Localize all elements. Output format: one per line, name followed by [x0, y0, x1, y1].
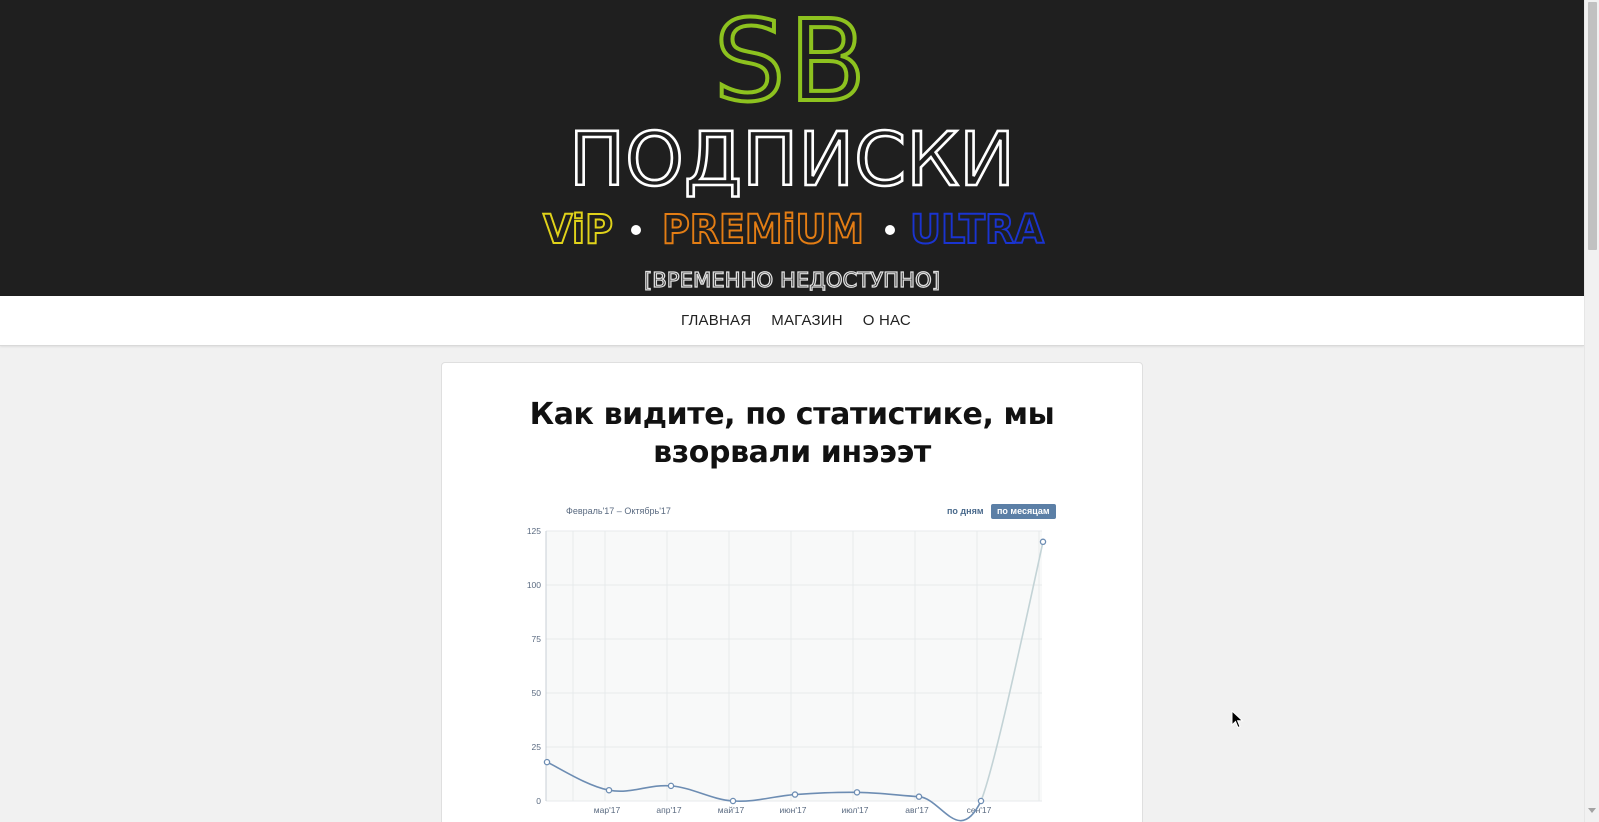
chart-data-point [977, 797, 985, 805]
chart-data-point [605, 786, 613, 794]
chart-x-tick-label: июл'17 [842, 805, 869, 815]
chart-x-tick-label: мар'17 [594, 805, 621, 815]
nav-link-shop[interactable]: МАГАЗИН [771, 296, 843, 346]
chart-x-tick-label: сен'17 [967, 805, 992, 815]
toggle-by-months-button[interactable]: по месяцам [991, 504, 1056, 519]
chart-data-point [791, 791, 799, 798]
chart-y-tick-label: 100 [527, 580, 541, 590]
page: SB ПОДПИСКИ ViP PREMiUM ULTRA [ВРЕМЕННО … [0, 0, 1584, 822]
nav-link-home[interactable]: ГЛАВНАЯ [681, 296, 751, 346]
chart-x-tick-label: май'17 [718, 805, 745, 815]
chart-y-tick-label: 25 [532, 742, 542, 752]
tier-separator-dot [885, 225, 895, 235]
chart-data-point [1039, 538, 1047, 546]
chart-y-tick-label: 125 [527, 526, 541, 536]
tier-vip: ViP [543, 207, 613, 253]
chart-x-tick-label: авг'17 [905, 805, 929, 815]
toggle-by-days-button[interactable]: по дням [942, 504, 989, 519]
chart-range-label: Февраль'17 – Октябрь'17 [566, 506, 671, 516]
scrollbar-thumb[interactable] [1588, 2, 1597, 250]
logo-subscriptions: ПОДПИСКИ [569, 117, 1015, 203]
chart-data-point [667, 782, 675, 790]
tier-separator-dot [631, 225, 641, 235]
nav-link-about[interactable]: О НАС [863, 296, 911, 346]
chart-plot-area [546, 531, 1042, 801]
chart-x-tick-label: апр'17 [656, 805, 681, 815]
tier-ultra: ULTRA [910, 207, 1044, 253]
chart-data-point [915, 793, 923, 800]
chart-data-point [853, 789, 861, 796]
chart-y-tick-label: 0 [536, 796, 541, 806]
stats-chart: 0 25 50 75 100 125 мар'17 апр'17 май'17 июн'17 июл… [508, 503, 1078, 822]
chart-x-tick-label: июн'17 [780, 805, 807, 815]
chart-y-tick-label: 75 [532, 634, 542, 644]
chart-data-point [543, 758, 551, 766]
main-nav: ГЛАВНАЯ МАГАЗИН О НАС [0, 296, 1584, 346]
chart-y-tick-label: 50 [532, 688, 542, 698]
logo-sb: SB [714, 0, 870, 127]
scroll-down-arrow-icon[interactable] [1588, 808, 1596, 813]
site-header: SB ПОДПИСКИ ViP PREMiUM ULTRA [ВРЕМЕННО … [0, 0, 1584, 296]
chart-data-point [729, 797, 737, 805]
status-unavailable: [ВРЕМЕННО НЕДОСТУПНО] [644, 268, 940, 292]
site-logo[interactable]: SB ПОДПИСКИ ViP PREMiUM ULTRA [ВРЕМЕННО … [0, 0, 1584, 296]
tier-premium: PREMiUM [662, 207, 864, 253]
page-title: Как видите, по статистике, мы взорвали и… [529, 397, 1055, 470]
content-card: Как видите, по статистике, мы взорвали и… [441, 362, 1143, 822]
mouse-cursor-icon [1231, 710, 1244, 729]
chart-canvas: 0 25 50 75 100 125 мар'17 апр'17 май'17 июн'17 июл… [527, 526, 1047, 822]
vertical-scrollbar[interactable] [1584, 0, 1599, 822]
